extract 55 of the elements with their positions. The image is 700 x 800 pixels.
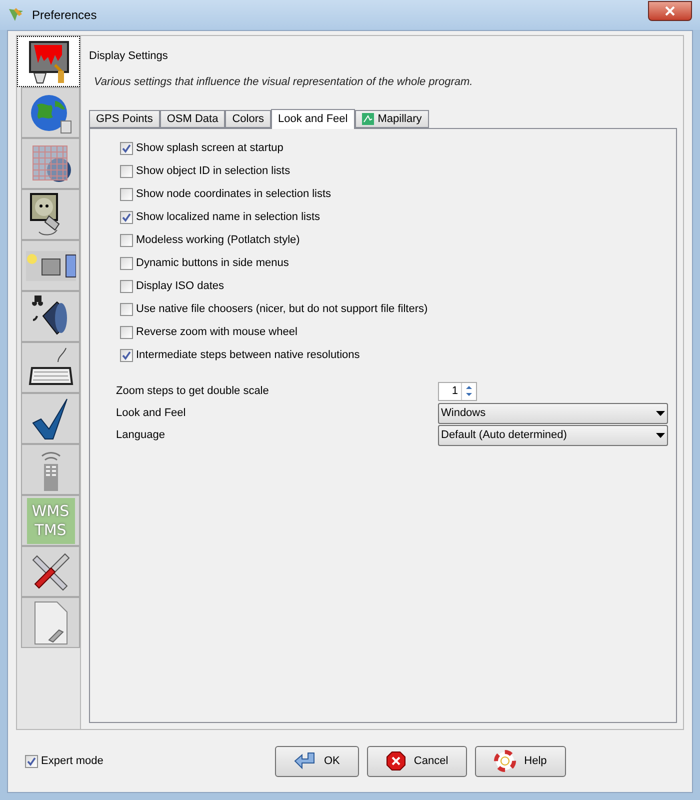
dropdown[interactable]: Default (Auto determined) <box>438 424 668 446</box>
sidebar-item[interactable] <box>21 342 80 393</box>
close-icon <box>665 6 675 16</box>
checkbox[interactable] <box>120 349 133 362</box>
sidebar-item[interactable] <box>21 291 80 342</box>
checkbox[interactable] <box>120 326 133 339</box>
checkbox[interactable] <box>25 754 38 768</box>
option-label: Dynamic buttons in side menus <box>136 256 289 272</box>
cancel-icon <box>386 751 406 771</box>
sidebar-item[interactable] <box>21 240 80 291</box>
tab[interactable]: OSM Data <box>160 110 226 128</box>
checkbox[interactable] <box>120 280 133 293</box>
window-title: Preferences <box>32 7 97 24</box>
tab[interactable]: Mapillary <box>354 110 429 128</box>
app-logo-icon <box>8 7 24 23</box>
checkbox[interactable] <box>120 142 133 155</box>
number-spinner[interactable]: 1 <box>438 382 477 400</box>
option-label: Show object ID in selection lists <box>136 164 290 180</box>
caret-icon <box>656 432 665 438</box>
option-label: Reverse zoom with mouse wheel <box>136 325 298 340</box>
tab[interactable]: GPS Points <box>89 110 160 128</box>
section-title: Display Settings <box>89 49 169 64</box>
option-label: Display ISO dates <box>136 279 224 294</box>
tab[interactable]: Colors <box>225 110 272 128</box>
sidebar-item[interactable] <box>17 36 80 87</box>
option-label: Show splash screen at startup <box>136 141 284 156</box>
help-button[interactable]: Help <box>475 746 566 776</box>
checkbox[interactable] <box>120 165 133 178</box>
caret-icon <box>656 410 665 416</box>
tab[interactable]: Look and Feel <box>271 109 355 129</box>
field-label: Look and Feel <box>116 406 187 421</box>
dropdown[interactable]: Windows <box>438 402 668 424</box>
field-label: Language <box>116 428 166 443</box>
sidebar-item[interactable] <box>21 393 80 444</box>
option-label: Expert mode <box>41 754 104 769</box>
cancel-button[interactable]: Cancel <box>366 746 468 776</box>
checkbox[interactable] <box>120 188 133 201</box>
option-label: Use native file choosers (nicer, but do not support file filters) <box>136 302 428 318</box>
checkmark-icon <box>30 396 70 440</box>
close-button[interactable] <box>648 1 692 21</box>
wms-tms-icon: WMS TMS <box>26 498 74 544</box>
option-label: Show node coordinates in selection lists <box>136 187 332 202</box>
option-label: Intermediate steps between native resolutions <box>136 348 360 364</box>
option-label: Show localized name in selection lists <box>136 210 320 226</box>
checkbox[interactable] <box>120 211 133 224</box>
checkbox[interactable] <box>120 257 133 270</box>
option-label: Modeless working (Potlatch style) <box>136 233 300 248</box>
ok-button[interactable]: OK <box>275 746 359 776</box>
field-label: Zoom steps to get double scale <box>116 384 270 399</box>
return-arrow-icon <box>294 752 316 770</box>
checkbox[interactable] <box>120 303 133 316</box>
section-description: Various settings that influence the visual representation of the whole program. <box>94 74 474 90</box>
lifebuoy-icon <box>494 750 516 772</box>
sidebar-item[interactable] <box>21 189 80 240</box>
checkbox[interactable] <box>120 234 133 247</box>
